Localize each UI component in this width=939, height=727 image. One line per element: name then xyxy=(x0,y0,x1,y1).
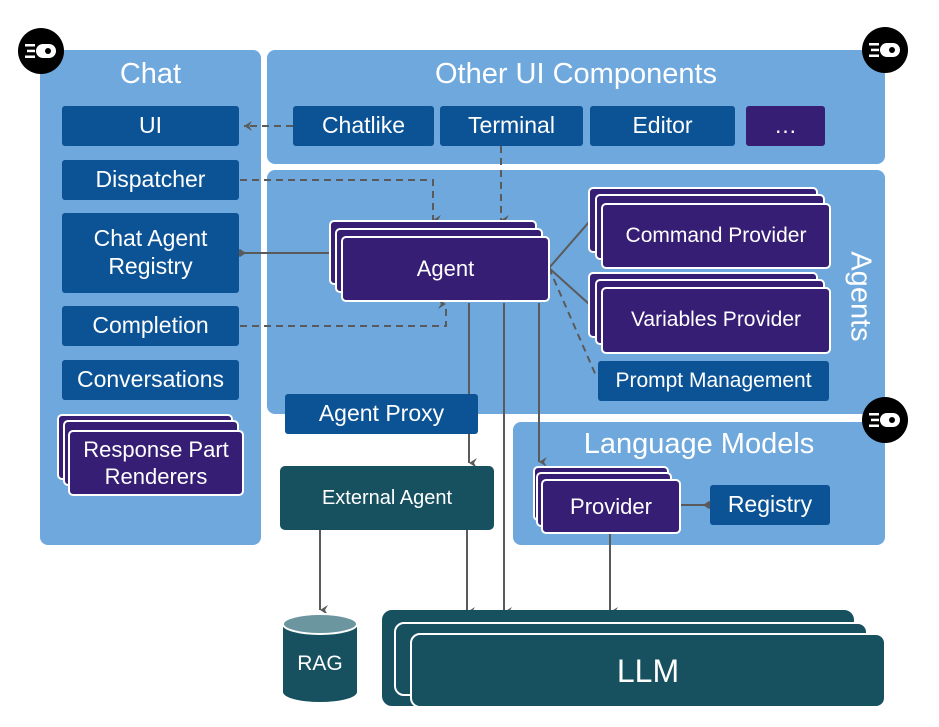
command-provider-box[interactable]: Command Provider xyxy=(601,203,831,269)
variables-provider-box[interactable]: Variables Provider xyxy=(601,287,831,354)
dispatcher-box[interactable]: Dispatcher xyxy=(62,160,239,200)
theia-logo-icon xyxy=(862,397,908,443)
registry-box[interactable]: Registry xyxy=(710,485,830,525)
more-components-box[interactable]: … xyxy=(746,106,825,146)
speeding-robot-icon xyxy=(869,43,900,57)
theia-logo-icon xyxy=(862,27,908,73)
theia-logo-icon xyxy=(18,28,64,74)
rag-label: RAG xyxy=(297,652,343,675)
conversations-box[interactable]: Conversations xyxy=(62,360,239,400)
completion-box[interactable]: Completion xyxy=(62,306,239,346)
response-part-renderers-box[interactable]: Response Part Renderers xyxy=(68,430,244,496)
ui-box[interactable]: UI xyxy=(62,106,239,146)
agent-to-variables-provider-connector xyxy=(548,267,590,305)
completion-to-agent-connector xyxy=(240,299,447,327)
speeding-robot-icon xyxy=(25,44,56,58)
chatlike-box[interactable]: Chatlike xyxy=(293,106,434,146)
editor-box[interactable]: Editor xyxy=(590,106,735,146)
external-agent-box[interactable]: External Agent xyxy=(280,466,494,530)
agent-box[interactable]: Agent xyxy=(341,236,550,302)
provider-box[interactable]: Provider xyxy=(541,479,681,534)
llm-box[interactable]: LLM xyxy=(410,633,886,708)
agent-proxy-box[interactable]: Agent Proxy xyxy=(285,394,478,434)
chat-agent-registry-box[interactable]: Chat Agent Registry xyxy=(62,213,239,293)
dispatcher-to-agent-connector xyxy=(240,179,441,225)
speeding-robot-icon xyxy=(869,413,900,427)
terminal-box[interactable]: Terminal xyxy=(440,106,583,146)
prompt-management-box[interactable]: Prompt Management xyxy=(598,361,829,401)
agent-to-command-provider-connector xyxy=(548,221,590,269)
